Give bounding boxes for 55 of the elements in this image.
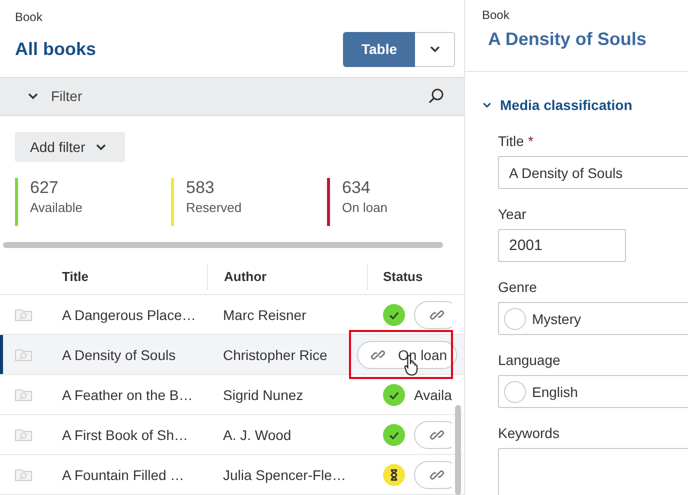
column-header[interactable]: Title bbox=[50, 264, 207, 290]
table-cell: A. J. Wood bbox=[223, 426, 292, 442]
scrollbar[interactable] bbox=[3, 242, 443, 248]
folder-search-icon bbox=[15, 348, 32, 361]
folder-search-icon bbox=[15, 388, 32, 401]
status-text: Availa bbox=[414, 386, 452, 402]
folder-search-icon bbox=[15, 428, 32, 441]
page-title: All books bbox=[15, 38, 96, 60]
table-cell: A Feather on the B… bbox=[62, 386, 193, 402]
check-icon bbox=[383, 424, 405, 446]
year-field[interactable]: 2001 bbox=[498, 229, 626, 262]
folder-search-icon bbox=[15, 468, 32, 481]
stat-label: On loan bbox=[342, 200, 388, 216]
select-field[interactable]: English bbox=[498, 375, 688, 408]
stat-label: Available bbox=[30, 200, 83, 216]
chevron-down-icon bbox=[482, 100, 492, 110]
table-row[interactable]: A Feather on the B… Sigrid Nunez Availa bbox=[0, 375, 464, 415]
field-label: Genre bbox=[498, 279, 537, 295]
link-button[interactable] bbox=[414, 420, 452, 448]
add-filter-button[interactable]: Add filter bbox=[15, 132, 126, 162]
stat-count: 583 bbox=[186, 178, 216, 198]
field-label: Language bbox=[498, 352, 560, 368]
table-cell: Sigrid Nunez bbox=[223, 386, 304, 402]
table-cell: A Fountain Filled … bbox=[62, 466, 184, 482]
field-label: Title bbox=[498, 133, 524, 149]
folder-search-icon bbox=[15, 308, 32, 321]
field-label: Keywords bbox=[498, 425, 560, 441]
column-header[interactable]: Author bbox=[207, 264, 367, 290]
required-mark: * bbox=[528, 133, 534, 149]
check-icon bbox=[383, 384, 405, 406]
table-cell: A Density of Souls bbox=[62, 346, 176, 362]
search-icon[interactable] bbox=[428, 88, 444, 104]
table-cell: A Dangerous Place… bbox=[62, 306, 196, 322]
table-cell: Christopher Rice bbox=[223, 346, 328, 362]
column-header[interactable]: Status bbox=[367, 264, 452, 290]
hourglass-icon bbox=[383, 464, 405, 486]
select-field[interactable]: Mystery bbox=[498, 302, 688, 335]
stat-count: 627 bbox=[30, 178, 60, 198]
scrollbar[interactable] bbox=[455, 405, 461, 495]
section-header[interactable]: Media classification bbox=[482, 97, 688, 113]
text-field[interactable]: A Density of Souls bbox=[498, 156, 688, 189]
breadcrumb: Book bbox=[15, 10, 42, 24]
check-icon bbox=[383, 304, 405, 326]
table-cell: Julia Spencer-Fle… bbox=[223, 466, 346, 482]
stat-count: 634 bbox=[342, 178, 372, 198]
link-button[interactable] bbox=[414, 460, 452, 488]
link-button[interactable] bbox=[414, 300, 452, 328]
stat-label: Reserved bbox=[186, 200, 242, 216]
breadcrumb: Book bbox=[482, 8, 510, 22]
table-cell: A First Book of Sh… bbox=[62, 426, 188, 442]
filter-bar[interactable]: Filter bbox=[0, 77, 464, 116]
record-title: A Density of Souls bbox=[488, 29, 648, 50]
field-label: Year bbox=[498, 206, 526, 222]
view-button[interactable]: Table bbox=[343, 32, 415, 66]
table-cell: Marc Reisner bbox=[223, 306, 306, 322]
